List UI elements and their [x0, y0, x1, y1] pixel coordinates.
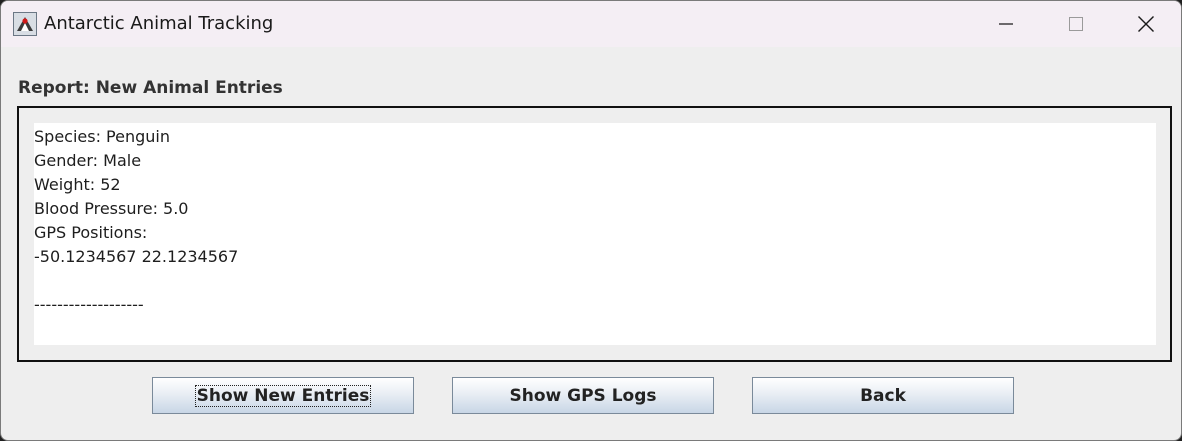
minimize-icon — [999, 23, 1013, 25]
maximize-icon — [1069, 17, 1083, 31]
show-new-entries-button[interactable]: Show New Entries — [152, 377, 414, 414]
report-line-species: Species: Penguin — [34, 127, 170, 146]
java-duke-icon — [13, 12, 37, 36]
show-new-entries-label: Show New Entries — [194, 384, 372, 407]
report-text-area[interactable]: Species: Penguin Gender: Male Weight: 52… — [34, 123, 1156, 345]
maximize-button[interactable] — [1041, 1, 1111, 47]
show-gps-logs-label: Show GPS Logs — [509, 385, 657, 406]
report-heading: Report: New Animal Entries — [18, 78, 283, 98]
report-line-weight: Weight: 52 — [34, 175, 121, 194]
back-button[interactable]: Back — [752, 377, 1014, 414]
back-label: Back — [860, 385, 906, 406]
close-icon — [1138, 16, 1154, 32]
report-line-blood-pressure: Blood Pressure: 5.0 — [34, 199, 189, 218]
report-line-gender: Gender: Male — [34, 151, 142, 170]
report-line-gps-position: -50.1234567 22.1234567 — [34, 247, 239, 266]
report-line-gps-heading: GPS Positions: — [34, 223, 148, 242]
close-button[interactable] — [1111, 1, 1181, 47]
app-window: Antarctic Animal Tracking Report: New An… — [0, 0, 1182, 441]
show-gps-logs-button[interactable]: Show GPS Logs — [452, 377, 714, 414]
window-title: Antarctic Animal Tracking — [44, 13, 274, 34]
title-bar[interactable]: Antarctic Animal Tracking — [1, 1, 1181, 47]
report-line-separator: ------------------- — [34, 295, 144, 314]
minimize-button[interactable] — [971, 1, 1041, 47]
